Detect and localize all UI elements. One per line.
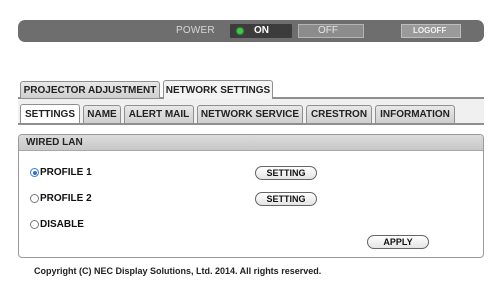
subtab-divider: [18, 123, 484, 125]
profile-2-label: PROFILE 2: [40, 193, 92, 204]
subtab-name[interactable]: NAME: [83, 105, 121, 123]
power-label: POWER: [176, 25, 215, 36]
power-on-label: ON: [254, 25, 269, 36]
copyright-text: Copyright (C) NEC Display Solutions, Ltd…: [34, 266, 322, 276]
profile-1-radio[interactable]: [30, 168, 39, 177]
profile-2-radio[interactable]: [30, 194, 39, 203]
power-led-icon: [237, 28, 243, 34]
profile-1-setting-button[interactable]: SETTING: [255, 166, 317, 180]
subtab-settings[interactable]: SETTINGS: [20, 104, 80, 123]
logoff-label: LOGOFF: [413, 26, 447, 35]
profile-1-label: PROFILE 1: [40, 167, 92, 178]
wired-lan-title: WIRED LAN: [26, 137, 83, 148]
subtab-network-service[interactable]: NETWORK SERVICE: [197, 105, 303, 123]
tab-projector-adjustment[interactable]: PROJECTOR ADJUSTMENT: [20, 81, 160, 98]
disable-radio[interactable]: [30, 220, 39, 229]
tab-network-settings[interactable]: NETWORK SETTINGS: [163, 80, 273, 99]
power-off-label: OFF: [318, 25, 338, 36]
disable-label: DISABLE: [40, 219, 84, 230]
apply-button[interactable]: APPLY: [367, 235, 429, 249]
subtab-alert-mail[interactable]: ALERT MAIL: [124, 105, 194, 123]
subtab-crestron[interactable]: CRESTRON: [306, 105, 372, 123]
wired-lan-header: [19, 135, 483, 151]
profile-2-setting-button[interactable]: SETTING: [255, 192, 317, 206]
subtab-information[interactable]: INFORMATION: [375, 105, 455, 123]
